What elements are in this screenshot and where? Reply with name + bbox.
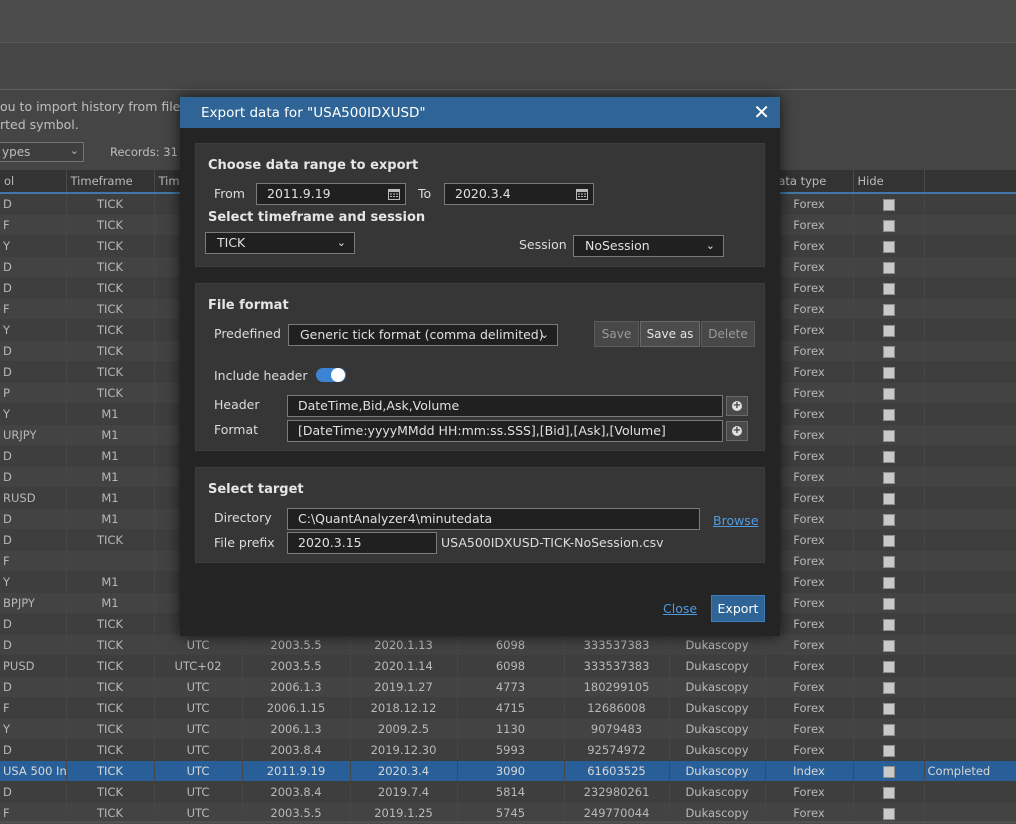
calendar-icon[interactable]: [388, 188, 400, 200]
calendar-icon[interactable]: [576, 188, 588, 200]
dialog-title: Export data for "USA500IDXUSD": [201, 105, 426, 121]
chevron-down-icon: ⌄: [539, 328, 549, 341]
predefined-format-select[interactable]: Generic tick format (comma delimited) ⌄: [288, 324, 558, 346]
header-label: Header: [214, 397, 260, 412]
directory-label: Directory: [214, 510, 272, 525]
include-header-label: Include header: [214, 368, 308, 383]
session-label: Session: [519, 237, 567, 252]
data-range-panel: Choose data range to export From 2011.9.…: [195, 143, 765, 267]
format-label: Format: [214, 422, 259, 437]
plus-icon: +: [732, 400, 742, 411]
target-panel: Select target Directory C:\QuantAnalyzer…: [195, 467, 765, 563]
save-format-button[interactable]: Save: [594, 321, 639, 347]
to-date-value: 2020.3.4: [455, 186, 511, 201]
format-input[interactable]: [DateTime:yyyyMMdd HH:mm:ss.SSS],[Bid],[…: [287, 420, 723, 442]
close-icon[interactable]: ✕: [753, 100, 770, 124]
delete-format-button[interactable]: Delete: [701, 321, 755, 347]
timeframe-value: TICK: [217, 235, 246, 250]
file-format-panel: File format Predefined Generic tick form…: [195, 283, 765, 451]
predefined-format-value: Generic tick format (comma delimited): [300, 327, 544, 342]
dialog-title-bar: Export data for "USA500IDXUSD" ✕: [180, 97, 780, 128]
header-input[interactable]: DateTime,Bid,Ask,Volume: [287, 395, 723, 417]
data-range-heading: Choose data range to export: [208, 158, 419, 173]
file-prefix-label: File prefix: [214, 535, 275, 550]
from-date-value: 2011.9.19: [267, 186, 331, 201]
save-as-format-button[interactable]: Save as: [640, 321, 700, 347]
export-button[interactable]: Export: [711, 595, 765, 622]
timeframe-heading: Select timeframe and session: [208, 210, 426, 225]
export-dialog: Export data for "USA500IDXUSD" ✕ Choose …: [180, 97, 780, 636]
add-header-field-button[interactable]: +: [726, 396, 748, 416]
chevron-down-icon: ⌄: [336, 236, 346, 249]
predefined-label: Predefined: [214, 326, 281, 341]
file-prefix-input[interactable]: 2020.3.15: [287, 532, 437, 554]
close-link[interactable]: Close: [663, 601, 697, 616]
plus-icon: +: [732, 425, 742, 436]
to-date-input[interactable]: 2020.3.4: [444, 183, 594, 205]
filename-preview: USA500IDXUSD-TICK-NoSession.csv: [441, 535, 664, 550]
session-select[interactable]: NoSession ⌄: [573, 235, 724, 257]
session-value: NoSession: [585, 238, 650, 253]
to-label: To: [418, 186, 432, 201]
toggle-knob: [331, 368, 345, 382]
from-date-input[interactable]: 2011.9.19: [256, 183, 406, 205]
from-label: From: [214, 186, 245, 201]
chevron-down-icon: ⌄: [705, 239, 715, 252]
target-heading: Select target: [208, 482, 304, 497]
timeframe-select[interactable]: TICK ⌄: [205, 232, 355, 254]
directory-input[interactable]: C:\QuantAnalyzer4\minutedata: [287, 508, 700, 530]
browse-link[interactable]: Browse: [713, 513, 759, 528]
add-format-field-button[interactable]: +: [726, 421, 748, 441]
file-format-heading: File format: [208, 298, 289, 313]
include-header-toggle[interactable]: [316, 368, 346, 382]
